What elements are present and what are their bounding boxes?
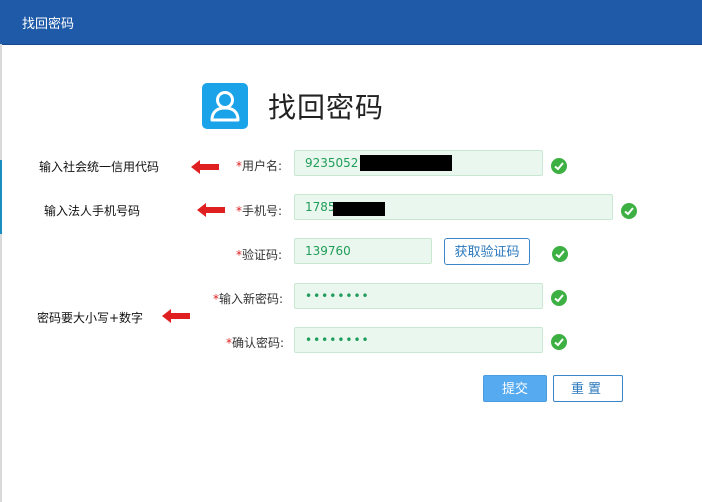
username-label: *用户名: <box>236 159 283 173</box>
check-circle-icon <box>552 246 568 262</box>
reset-button[interactable]: 重置 <box>553 375 623 402</box>
password-hint: 密码要大小写+数字 <box>37 311 144 325</box>
new-password-label: *输入新密码: <box>213 292 284 306</box>
username-hint: 输入社会统一信用代码 <box>39 160 160 174</box>
redaction-bar <box>360 155 452 171</box>
user-icon <box>202 83 248 129</box>
window-left-edge <box>0 44 2 502</box>
phone-label: *手机号: <box>236 204 283 218</box>
submit-button[interactable]: 提交 <box>483 375 547 402</box>
red-arrow-icon <box>191 160 219 174</box>
window-title: 找回密码 <box>22 17 75 32</box>
red-arrow-icon <box>197 203 225 217</box>
redaction-bar <box>333 202 385 216</box>
check-circle-icon <box>551 334 567 350</box>
phone-hint: 输入法人手机号码 <box>44 204 141 218</box>
left-edge-accent <box>0 160 2 234</box>
check-circle-icon <box>551 290 567 306</box>
confirm-password-input[interactable] <box>294 327 543 353</box>
get-code-button[interactable]: 获取验证码 <box>444 238 530 265</box>
check-circle-icon <box>551 158 567 174</box>
code-label: *验证码: <box>236 248 283 262</box>
new-password-input[interactable] <box>294 283 543 309</box>
window-titlebar: 找回密码 <box>0 0 702 45</box>
page-title: 找回密码 <box>268 91 385 124</box>
code-input[interactable] <box>294 238 432 264</box>
red-arrow-icon <box>162 309 190 323</box>
check-circle-icon <box>621 203 637 219</box>
confirm-password-label: *确认密码: <box>226 336 285 350</box>
